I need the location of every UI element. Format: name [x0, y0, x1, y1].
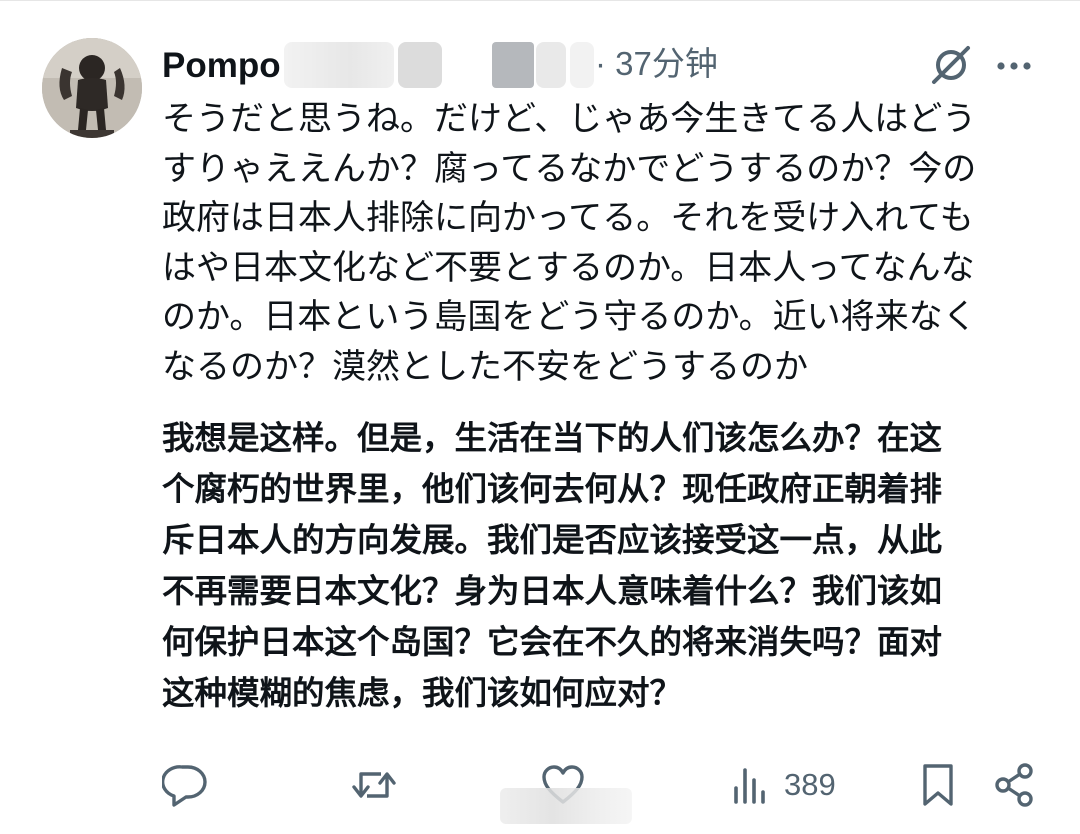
timestamp[interactable]: · 37分钟 [595, 42, 718, 86]
post-line: そうだと思うね。だけど、じゃあ今生きてる人はどう [162, 99, 977, 139]
translation-line: 斥日本人的方向发展。我们是否应该接受这一点，从此 [162, 521, 943, 559]
post-line: 政府は日本人排除に向かってる。それを受け入れても [162, 198, 974, 238]
translation-line: 何保护日本这个岛国？它会在不久的将来消失吗？面对 [162, 623, 943, 661]
views-button[interactable]: 389 [730, 760, 870, 810]
bar-chart-icon [734, 768, 765, 804]
translation-text: 我想是这样。但是，生活在当下的人们该怎么办？在这 个腐朽的世界里，他们该何去何从？… [162, 413, 1042, 719]
post-body: そうだと思うね。だけど、じゃあ今生きてる人はどう すりゃええんか？腐ってるなかでど… [162, 95, 1042, 392]
redacted-handle [284, 42, 394, 88]
translation-line: 个腐朽的世界里，他们该何去何从？现任政府正朝着排 [162, 470, 943, 508]
share-button[interactable] [992, 760, 1036, 810]
translation-line: 我想是这样。但是，生活在当下的人们该怎么办？在这 [162, 419, 943, 457]
reply-button[interactable] [162, 760, 208, 810]
username[interactable]: Pompo [162, 44, 281, 88]
redacted-handle [570, 42, 594, 88]
post-line: はや日本文化など不要とするのか。日本人ってなんな [162, 247, 975, 288]
post-line: すりゃええんか？腐ってるなかでどうするのか？今の [162, 148, 977, 189]
redacted-handle [398, 42, 442, 88]
post-line: なるのか？漠然とした不安をどうするのか [162, 346, 808, 387]
redacted-handle [492, 42, 534, 88]
top-divider [0, 0, 1080, 1]
grok-slash-circle-icon[interactable] [928, 42, 974, 88]
views-count: 389 [784, 767, 836, 802]
watermark-blur [500, 788, 632, 824]
translation-line: 不再需要日本文化？身为日本人意味着什么？我们该如 [162, 572, 943, 610]
post-header: Pompo · 37分钟 [162, 38, 1042, 90]
speech-bubble-icon [162, 765, 207, 807]
bookmark-button[interactable] [916, 760, 960, 810]
redacted-handle [536, 42, 566, 88]
ellipsis-icon[interactable] [992, 44, 1036, 88]
translation-line: 这种模糊的焦虑，我们该如何应对？ [162, 674, 683, 712]
repost-arrows-icon [352, 772, 396, 798]
share-nodes-icon [995, 763, 1033, 807]
post-line: のか。日本という島国をどう守るのか。近い将来なく [162, 297, 977, 337]
bookmark-icon [923, 764, 953, 806]
repost-button[interactable] [350, 760, 398, 810]
avatar[interactable] [42, 38, 142, 138]
avatar-image [42, 38, 142, 138]
